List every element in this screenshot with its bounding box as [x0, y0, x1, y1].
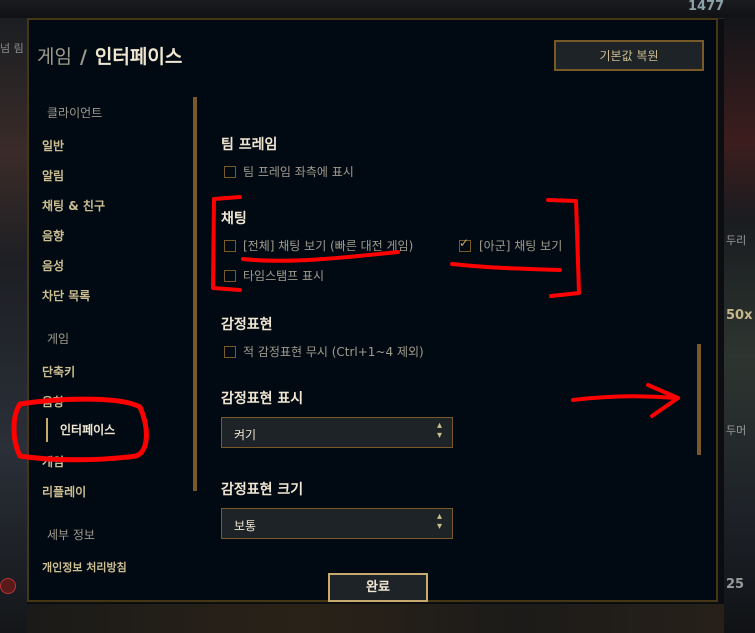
sidebar-item-replay[interactable]: 리플레이 — [42, 483, 86, 500]
checkbox-mute-enemy-emotes[interactable] — [224, 346, 236, 358]
sidebar-item-chat-friends[interactable]: 채팅 & 친구 — [42, 197, 105, 214]
checkbox-team-chat[interactable] — [459, 236, 471, 252]
sidebar-item-general[interactable]: 일반 — [42, 137, 64, 154]
sidebar-item-client-sound[interactable]: 음향 — [42, 227, 64, 244]
settings-dialog: 게임 / 인터페이스 기본값 복원 클라이언트 일반 알림 채팅 & 친구 음향 음… — [27, 18, 718, 602]
dropdown-value: 켜기 — [234, 428, 257, 442]
sidebar-header-game: 게임 — [47, 332, 70, 346]
client-right-background: 두리 50x 두머 25 — [724, 18, 755, 633]
sidebar-item-voice[interactable]: 음성 — [42, 257, 64, 274]
checkbox-timestamp[interactable] — [224, 270, 236, 282]
sidebar-item-interface[interactable]: 인터페이스 — [46, 418, 115, 442]
sidebar-scrollbar[interactable] — [193, 97, 197, 491]
section-title-team-frame: 팀 프레임 — [221, 137, 278, 153]
option-label-all-chat[interactable]: [전체] 채팅 보기 (빠른 대전 게임) — [243, 237, 413, 254]
up-down-chevron-icon: ▴ ▾ — [436, 420, 442, 441]
record-icon — [0, 578, 16, 594]
option-label-team-frame-left[interactable]: 팀 프레임 좌측에 표시 — [243, 163, 354, 180]
right-edge-label-3: 두머 — [726, 424, 747, 437]
sidebar-header-client: 클라이언트 — [47, 106, 103, 120]
sidebar-item-hotkeys[interactable]: 단축키 — [42, 363, 75, 380]
sidebar-item-game[interactable]: 게임 — [42, 453, 64, 470]
option-label-timestamp[interactable]: 타임스탬프 표시 — [243, 267, 324, 284]
page-title: 게임 / 인터페이스 — [37, 42, 182, 69]
right-edge-label-2: 50x — [726, 308, 753, 323]
emote-size-dropdown[interactable]: 보통 ▴ ▾ — [221, 508, 453, 539]
client-bottom-background — [27, 604, 724, 633]
breadcrumb-current: 인터페이스 — [94, 46, 183, 68]
emote-display-dropdown[interactable]: 켜기 ▴ ▾ — [221, 417, 453, 448]
done-button[interactable]: 완료 — [328, 573, 428, 602]
client-top-bar: 1477 — [0, 0, 755, 19]
sidebar-item-privacy-policy[interactable]: 개인정보 처리방침 — [42, 559, 127, 575]
left-edge-label: 넘 림 — [0, 42, 24, 55]
dropdown-value: 보통 — [234, 519, 257, 533]
breadcrumb-parent[interactable]: 게임 — [37, 46, 72, 68]
up-down-chevron-icon: ▴ ▾ — [436, 511, 442, 532]
breadcrumb-separator: / — [79, 46, 87, 68]
section-title-emote-size: 감정표현 크기 — [221, 482, 304, 498]
right-edge-label-1: 두리 — [726, 234, 747, 247]
section-title-chat: 채팅 — [221, 211, 247, 227]
option-label-mute-enemy-emotes[interactable]: 적 감정표현 무시 (Ctrl+1~4 제외) — [243, 343, 424, 360]
client-left-background: 넘 림 — [0, 18, 27, 633]
section-title-emotes: 감정표현 — [221, 317, 273, 333]
option-label-team-chat[interactable]: [아군] 채팅 보기 — [479, 237, 562, 254]
right-edge-label-4: 25 — [726, 577, 745, 592]
sidebar-header-info: 세부 정보 — [47, 528, 95, 542]
section-title-emote-display: 감정표현 표시 — [221, 391, 304, 407]
checkbox-all-chat[interactable] — [224, 240, 236, 252]
currency-display: 1477 — [688, 0, 725, 14]
sidebar-item-game-sound[interactable]: 음향 — [42, 393, 64, 410]
sidebar-item-block-list[interactable]: 차단 목록 — [42, 287, 90, 304]
content-scrollbar-thumb[interactable] — [697, 344, 701, 455]
checkbox-team-frame-left[interactable] — [224, 166, 236, 178]
sidebar-item-notifications[interactable]: 알림 — [42, 167, 64, 184]
restore-defaults-button[interactable]: 기본값 복원 — [554, 40, 704, 71]
